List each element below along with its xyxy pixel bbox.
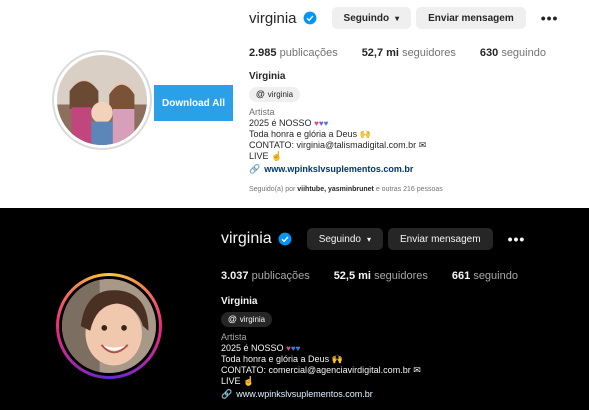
profile-title-row: virginia Seguindo ▾ Enviar mensagem ••• <box>221 228 525 250</box>
posts-count[interactable]: 3.037 publicações <box>221 270 310 282</box>
bio-link[interactable]: 🔗 www.wpinkslvsuplementos.com.br <box>249 164 443 175</box>
profile-bio: Virginia @ virginia Artista 2025 é NOSSO… <box>221 296 421 400</box>
envelope-emoji: ✉ <box>418 140 427 150</box>
bio-line: LIVE ☝ <box>221 376 255 386</box>
threads-badge[interactable]: @ virginia <box>249 87 301 102</box>
send-message-button[interactable]: Enviar mensagem <box>416 7 526 29</box>
username: virginia <box>249 9 297 27</box>
verified-badge-icon <box>278 232 292 246</box>
following-button-label: Seguindo <box>318 233 361 245</box>
link-icon: 🔗 <box>249 164 261 174</box>
hearts-emoji: ♥♥♥ <box>286 344 301 353</box>
hand-emoji: ☝ <box>243 376 255 386</box>
followers-count[interactable]: 52,7 mi seguidores <box>362 47 456 59</box>
display-name: Virginia <box>221 296 258 307</box>
more-options-icon[interactable]: ••• <box>541 10 559 26</box>
hearts-emoji: ♥♥♥ <box>314 119 329 128</box>
username: virginia <box>221 230 272 247</box>
profile-header-light: Download All virginia Seguindo ▾ Enviar … <box>0 0 589 208</box>
chevron-down-icon: ▾ <box>395 13 400 23</box>
following-button[interactable]: Seguindo ▾ <box>331 7 412 29</box>
following-count[interactable]: 661 seguindo <box>452 270 518 282</box>
bio-line: 2025 é NOSSO ♥♥♥ <box>249 118 329 128</box>
profile-category: Artista <box>221 332 247 342</box>
threads-handle: virginia <box>267 90 294 99</box>
bio-line: 2025 é NOSSO ♥♥♥ <box>221 343 301 353</box>
threads-icon: @ <box>228 314 237 324</box>
link-icon: 🔗 <box>221 389 233 399</box>
chevron-down-icon: ▾ <box>366 234 371 244</box>
bio-line: Toda honra e glória a Deus 🙌 <box>221 354 343 364</box>
threads-icon: @ <box>256 89 265 99</box>
profile-stats: 2.985 publicações 52,7 mi seguidores 630… <box>249 47 570 59</box>
hand-emoji: ☝ <box>271 151 283 161</box>
profile-photo-image <box>62 279 156 373</box>
threads-badge[interactable]: @ virginia <box>221 312 273 327</box>
verified-badge-icon <box>303 11 316 25</box>
send-message-button[interactable]: Enviar mensagem <box>387 228 493 250</box>
bio-line: LIVE ☝ <box>249 151 283 161</box>
following-count[interactable]: 630 seguindo <box>480 47 546 59</box>
profile-avatar[interactable] <box>52 50 152 150</box>
profile-category: Artista <box>249 107 275 117</box>
followed-by[interactable]: Seguido(a) por viihtube, yasminbrunet e … <box>249 184 443 195</box>
threads-handle: virginia <box>239 315 266 324</box>
profile-bio: Virginia @ virginia Artista 2025 é NOSSO… <box>249 71 443 195</box>
profile-photo-image <box>57 55 147 145</box>
bio-link[interactable]: 🔗 www.wpinkslvsuplementos.com.br <box>221 389 421 400</box>
bio-line: CONTATO: comercial@agenciavirdigital.com… <box>221 365 421 375</box>
profile-header-dark: virginia Seguindo ▾ Enviar mensagem ••• … <box>0 208 589 410</box>
profile-avatar-story-ring[interactable] <box>56 273 162 379</box>
display-name: Virginia <box>249 71 286 82</box>
bio-line: Toda honra e glória a Deus 🙌 <box>249 129 371 139</box>
profile-title-row: virginia Seguindo ▾ Enviar mensagem ••• <box>249 7 558 29</box>
bio-line: CONTATO: virginia@talismadigital.com.br … <box>249 140 427 150</box>
praying-hands-emoji: 🙌 <box>359 129 371 139</box>
followers-count[interactable]: 52,5 mi seguidores <box>334 270 428 282</box>
profile-stats: 3.037 publicações 52,5 mi seguidores 661… <box>221 270 542 282</box>
praying-hands-emoji: 🙌 <box>331 354 343 364</box>
envelope-emoji: ✉ <box>413 365 421 375</box>
following-button[interactable]: Seguindo ▾ <box>306 228 383 250</box>
posts-count[interactable]: 2.985 publicações <box>249 47 338 59</box>
more-options-icon[interactable]: ••• <box>508 231 526 247</box>
download-all-button[interactable]: Download All <box>154 85 233 121</box>
following-button-label: Seguindo <box>343 12 390 24</box>
